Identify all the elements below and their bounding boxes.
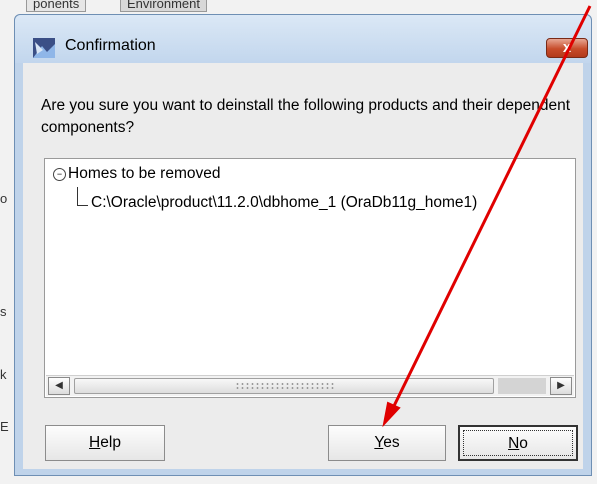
yes-mnemonic: Y	[374, 434, 384, 451]
no-button[interactable]: No	[458, 425, 578, 461]
help-label: elp	[100, 434, 121, 451]
tree-connector	[77, 187, 88, 206]
scroll-right-icon[interactable]: ▶	[550, 377, 572, 395]
horizontal-scrollbar[interactable]: ◀ ▶	[46, 375, 574, 396]
collapse-icon[interactable]: −	[53, 168, 66, 181]
homes-tree-panel[interactable]: − Homes to be removed C:\Oracle\product\1…	[44, 158, 576, 398]
scrollbar-thumb[interactable]	[74, 378, 494, 394]
scrollbar-grip	[235, 382, 335, 390]
background-text-fragment: k	[0, 367, 7, 382]
confirmation-message: Are you sure you want to deinstall the f…	[41, 97, 571, 136]
background-text-fragment: E	[0, 419, 9, 434]
dialog-body: Are you sure you want to deinstall the f…	[23, 63, 583, 469]
background-text-fragment: o	[0, 191, 8, 206]
yes-label: es	[383, 434, 400, 451]
close-icon: x	[562, 39, 572, 56]
tree-root-label: Homes to be removed	[68, 165, 221, 182]
background-text-fragment: s	[0, 304, 7, 319]
title-bar[interactable]: Confirmation x	[15, 15, 591, 63]
background-tab-strip: ponents Environment	[0, 0, 240, 14]
help-mnemonic: H	[89, 434, 101, 451]
oracle-installer-icon	[33, 38, 55, 58]
confirmation-dialog: Confirmation x Are you sure you want to …	[14, 14, 592, 476]
background-tab-components[interactable]: ponents	[26, 0, 87, 12]
dialog-title: Confirmation	[65, 37, 156, 54]
scroll-left-icon[interactable]: ◀	[48, 377, 70, 395]
background-tab-environment[interactable]: Environment	[120, 0, 207, 12]
tree-node-homes-to-be-removed[interactable]: − Homes to be removed	[53, 165, 221, 183]
tree-node-oracle-home[interactable]: C:\Oracle\product\11.2.0\dbhome_1 (OraDb…	[91, 194, 477, 212]
focus-rectangle	[463, 430, 573, 456]
help-button[interactable]: Help	[45, 425, 165, 461]
scrollbar-track[interactable]	[498, 378, 546, 394]
close-button[interactable]: x	[546, 38, 588, 58]
yes-button[interactable]: Yes	[328, 425, 446, 461]
